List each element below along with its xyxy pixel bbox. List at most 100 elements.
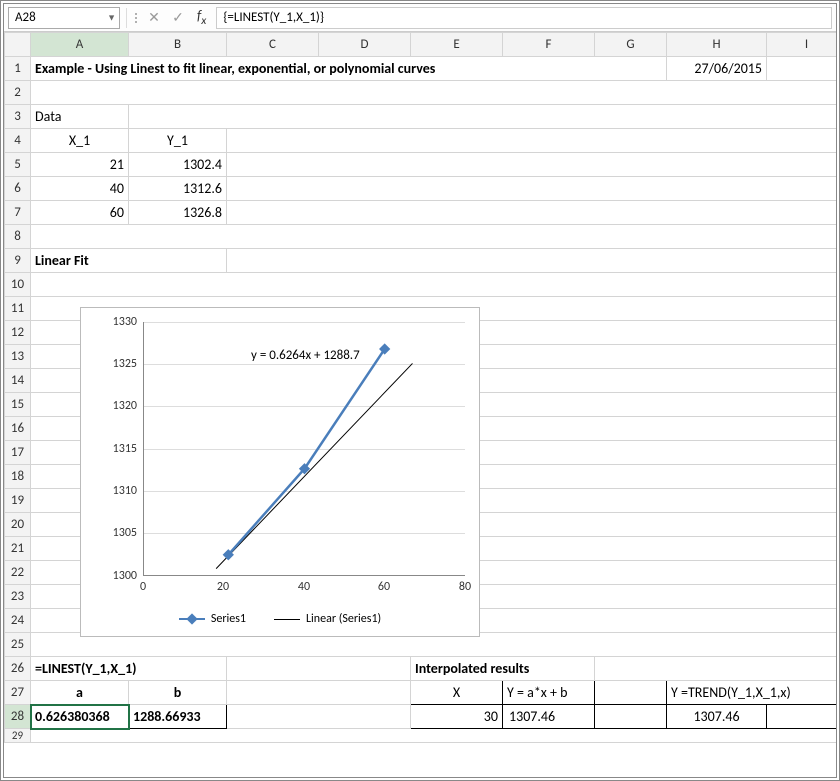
row-header[interactable]: 9 <box>5 249 31 273</box>
y-tick-label: 1315 <box>107 442 137 456</box>
row-header[interactable]: 15 <box>5 393 31 417</box>
cell-y1-hdr[interactable]: Y_1 <box>129 129 227 153</box>
chart-legend: Series1 Linear (Series1) <box>81 612 479 626</box>
cell-y2i[interactable]: 1307.46 <box>667 705 767 729</box>
row-header[interactable]: 24 <box>5 609 31 633</box>
cell[interactable] <box>227 177 840 201</box>
cell[interactable] <box>31 273 840 297</box>
cell[interactable] <box>31 225 840 249</box>
cell-yab-hdr[interactable]: Y = a*x + b <box>503 681 595 705</box>
cell[interactable] <box>595 681 667 705</box>
cell[interactable] <box>595 705 667 729</box>
cell[interactable] <box>227 705 411 729</box>
row-header[interactable]: 3 <box>5 105 31 129</box>
col-header-H[interactable]: H <box>667 33 767 57</box>
cell[interactable] <box>227 201 840 225</box>
row-header[interactable]: 4 <box>5 129 31 153</box>
row-header[interactable]: 27 <box>5 681 31 705</box>
row-header[interactable]: 14 <box>5 369 31 393</box>
row-header[interactable]: 2 <box>5 81 31 105</box>
cell[interactable] <box>227 657 411 681</box>
cell-linest-formula[interactable]: =LINEST(Y_1,X_1) <box>31 657 227 681</box>
legend-label: Series1 <box>211 612 246 626</box>
formula-input[interactable]: {=LINEST(Y_1,X_1)} <box>216 7 832 29</box>
cell[interactable]: 60 <box>31 201 129 225</box>
cancel-icon[interactable]: ✕ <box>145 9 163 27</box>
cell-date[interactable]: 27/06/2015 <box>667 57 767 81</box>
col-header-E[interactable]: E <box>411 33 503 57</box>
enter-icon[interactable]: ✓ <box>169 9 187 27</box>
select-all-corner[interactable] <box>5 33 31 57</box>
row-header[interactable]: 20 <box>5 513 31 537</box>
cell[interactable] <box>767 705 840 729</box>
cell-data-label[interactable]: Data <box>31 105 129 129</box>
cell[interactable] <box>129 105 840 129</box>
cell[interactable] <box>227 249 840 273</box>
cell-x1-hdr[interactable]: X_1 <box>31 129 129 153</box>
cell[interactable]: 1326.8 <box>129 201 227 225</box>
row-header[interactable]: 25 <box>5 633 31 657</box>
chart-equation-label: y = 0.6264x + 1288.7 <box>251 348 360 363</box>
separator <box>126 8 127 28</box>
cell[interactable] <box>227 681 411 705</box>
cell[interactable] <box>767 57 840 81</box>
cell[interactable] <box>31 729 840 743</box>
cell-trend-hdr[interactable]: Y =TREND(Y_1,X_1,x) <box>667 681 840 705</box>
col-header-B[interactable]: B <box>129 33 227 57</box>
y-tick-label: 1320 <box>107 399 137 413</box>
column-headers-row: A B C D E F G H I <box>5 33 840 57</box>
row-header[interactable]: 22 <box>5 561 31 585</box>
row-header[interactable]: 13 <box>5 345 31 369</box>
row-header[interactable]: 5 <box>5 153 31 177</box>
cell[interactable]: 40 <box>31 177 129 201</box>
fx-icon[interactable]: fx <box>193 7 210 28</box>
y-tick-label: 1305 <box>107 526 137 540</box>
cell-linearfit[interactable]: Linear Fit <box>31 249 227 273</box>
cell-X-hdr[interactable]: X <box>411 681 503 705</box>
cell[interactable] <box>227 153 840 177</box>
embedded-chart[interactable]: 1300 1305 1310 1315 1320 1325 1330 <box>80 307 480 637</box>
cell[interactable]: 1312.6 <box>129 177 227 201</box>
legend-label: Linear (Series1) <box>306 612 381 626</box>
cell[interactable] <box>227 129 840 153</box>
cell-xi[interactable]: 30 <box>411 705 503 729</box>
cell[interactable]: 21 <box>31 153 129 177</box>
col-header-D[interactable]: D <box>319 33 411 57</box>
col-header-A[interactable]: A <box>31 33 129 57</box>
row-header[interactable]: 23 <box>5 585 31 609</box>
cell[interactable] <box>595 657 840 681</box>
row-header[interactable]: 8 <box>5 225 31 249</box>
row-header[interactable]: 29 <box>5 729 31 743</box>
col-header-C[interactable]: C <box>227 33 319 57</box>
dropdown-icon[interactable]: ▼ <box>107 12 116 23</box>
row-header[interactable]: 1 <box>5 57 31 81</box>
col-header-F[interactable]: F <box>503 33 595 57</box>
row-header[interactable]: 19 <box>5 489 31 513</box>
row-header[interactable]: 21 <box>5 537 31 561</box>
row-header[interactable]: 7 <box>5 201 31 225</box>
formula-bar: A28 ▼ ✕ ✓ fx {=LINEST(Y_1,X_1)} <box>4 4 836 32</box>
col-header-G[interactable]: G <box>595 33 667 57</box>
cell-b-hdr[interactable]: b <box>129 681 227 705</box>
cell-b-val[interactable]: 1288.66933 <box>129 705 227 729</box>
cell-y1i[interactable]: 1307.46 <box>503 705 595 729</box>
row-header[interactable]: 18 <box>5 465 31 489</box>
row-header[interactable]: 6 <box>5 177 31 201</box>
col-header-I[interactable]: I <box>767 33 840 57</box>
cell[interactable]: 1302.4 <box>129 153 227 177</box>
row-header[interactable]: 17 <box>5 441 31 465</box>
row-header[interactable]: 10 <box>5 273 31 297</box>
cell-a-val[interactable]: 0.626380368 <box>31 705 129 729</box>
cell[interactable] <box>31 81 840 105</box>
cell-a-hdr[interactable]: a <box>31 681 129 705</box>
cell-title[interactable]: Example - Using Linest to fit linear, ex… <box>31 57 667 81</box>
row-header[interactable]: 11 <box>5 297 31 321</box>
row-header[interactable]: 12 <box>5 321 31 345</box>
row-header[interactable]: 16 <box>5 417 31 441</box>
spreadsheet-grid[interactable]: A B C D E F G H I 1 Example - Using Line… <box>4 32 836 743</box>
row-header[interactable]: 28 <box>5 705 31 729</box>
cell-interp-hdr[interactable]: Interpolated results <box>411 657 595 681</box>
y-tick-label: 1325 <box>107 357 137 371</box>
name-box[interactable]: A28 ▼ <box>8 7 120 29</box>
row-header[interactable]: 26 <box>5 657 31 681</box>
